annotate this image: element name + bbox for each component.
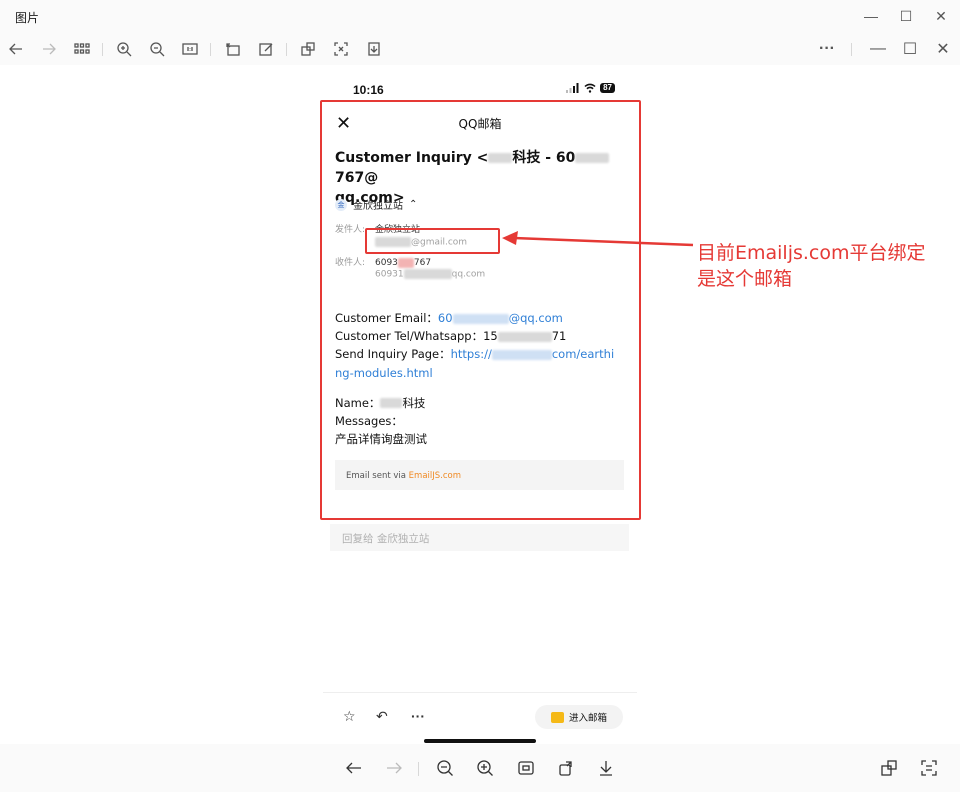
close-icon[interactable]: ✕ [930,36,956,62]
translate-icon[interactable] [876,755,902,781]
minimize-icon[interactable]: — [865,36,891,62]
mail-bottom-bar: ☆ ↶ ··· 进入邮箱 [323,692,637,745]
home-indicator [424,739,536,743]
highlight-frame [320,100,641,520]
grid-icon[interactable] [69,36,95,62]
battery-icon: 87 [600,83,615,93]
ocr-icon[interactable] [916,755,942,781]
title-bar: 图片 — ☐ ✕ [0,0,960,32]
download-icon[interactable] [593,755,619,781]
toolbar: ··· — ☐ ✕ [0,32,960,65]
close-icon[interactable]: ✕ [918,0,960,32]
maximize-icon[interactable]: ☐ [897,36,923,62]
zoom-in-icon[interactable] [111,36,137,62]
window-title: 图片 [15,11,40,25]
back-icon[interactable] [341,755,367,781]
status-time: 10:16 [353,83,384,97]
rotate-icon[interactable] [220,36,246,62]
signal-icon [566,83,579,93]
ocr-icon[interactable] [328,36,354,62]
wifi-icon [584,83,596,93]
forward-icon[interactable] [36,36,62,62]
reply-icon[interactable]: ↶ [376,708,388,725]
fit-screen-icon[interactable] [513,755,539,781]
annotation-arrow [502,231,694,247]
back-icon[interactable] [3,36,29,62]
bottom-toolbar [0,744,960,792]
zoom-out-icon[interactable] [432,755,458,781]
translate-icon[interactable] [295,36,321,62]
zoom-in-icon[interactable] [472,755,498,781]
actual-size-icon[interactable] [177,36,203,62]
more-icon[interactable]: ··· [411,708,425,724]
status-icons: 87 [566,83,615,93]
reply-input[interactable]: 回复给 金欣独立站 [330,524,629,551]
rotate-icon[interactable] [553,755,579,781]
enter-mailbox-button[interactable]: 进入邮箱 [535,705,623,729]
edit-icon[interactable] [253,36,279,62]
mailbox-icon [550,711,564,723]
save-icon[interactable] [361,36,387,62]
annotation-note: 目前Emailjs.com平台绑定 是这个邮箱 [697,242,926,290]
zoom-out-icon[interactable] [144,36,170,62]
more-icon[interactable]: ··· [814,36,840,62]
forward-icon[interactable] [381,755,407,781]
star-icon[interactable]: ☆ [343,708,356,725]
sender-email-highlight [365,228,500,254]
